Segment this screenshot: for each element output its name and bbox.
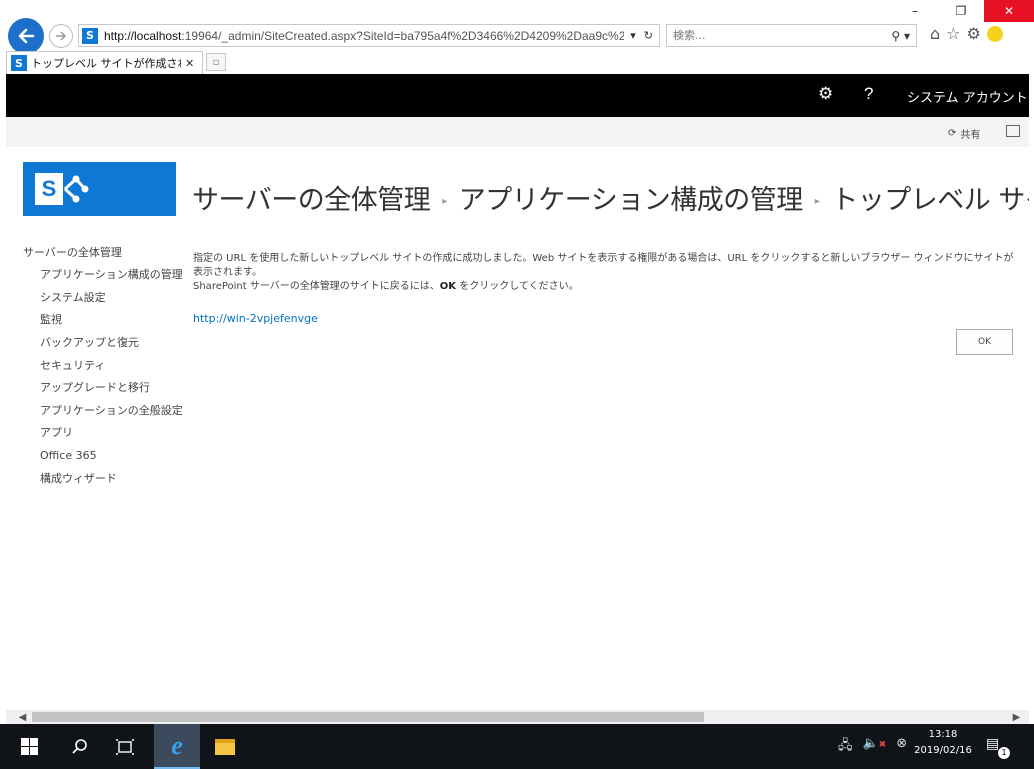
browser-chrome: – ❐ ✕ S http://localhost:19964/_admin/Si… bbox=[0, 0, 1034, 74]
feedback-smiley-icon[interactable] bbox=[986, 26, 1003, 42]
address-text[interactable]: http://localhost:19964/_admin/SiteCreate… bbox=[104, 29, 624, 43]
search-box[interactable]: ⚲ ▾ bbox=[666, 24, 917, 47]
share-label: 共有 bbox=[960, 130, 981, 141]
minimize-button[interactable]: – bbox=[892, 0, 938, 22]
arrow-left-icon bbox=[18, 28, 35, 44]
focus-content-icon[interactable] bbox=[1006, 125, 1020, 137]
nav-item[interactable]: アプリケーション構成の管理 bbox=[23, 263, 183, 286]
sharepoint-logo-icon: S bbox=[35, 173, 63, 205]
favorites-star-icon[interactable]: ☆ bbox=[946, 24, 960, 43]
sharepoint-favicon-icon: S bbox=[82, 27, 98, 44]
search-icon bbox=[71, 739, 87, 754]
tab-close-icon[interactable]: ✕ bbox=[185, 57, 194, 70]
system-tray: 🖧 🔈✖ ⊗ bbox=[838, 736, 907, 758]
tab-title: トップレベル サイトが作成されま... bbox=[31, 57, 181, 70]
address-host: http://localhost bbox=[104, 28, 182, 43]
user-name: システム アカウント bbox=[907, 91, 1028, 106]
browser-toolbar: ⌂ ☆ ⚙ bbox=[930, 24, 1003, 43]
close-button[interactable]: ✕ bbox=[984, 0, 1034, 22]
notification-count-badge: 1 bbox=[998, 747, 1010, 759]
internet-explorer-icon[interactable]: e bbox=[154, 724, 200, 769]
refresh-icon[interactable]: ↻ bbox=[644, 29, 653, 42]
ok-button[interactable]: OK bbox=[956, 329, 1013, 355]
taskbar-search-button[interactable] bbox=[56, 724, 102, 769]
browser-tab[interactable]: S トップレベル サイトが作成されま... ✕ bbox=[6, 51, 203, 74]
windows-logo-icon bbox=[20, 738, 38, 755]
new-site-url-link[interactable]: http://win-2vpjefenvge bbox=[193, 312, 318, 325]
breadcrumb-item[interactable]: アプリケーション構成の管理 bbox=[459, 185, 803, 216]
nav-root-link[interactable]: サーバーの全体管理 bbox=[23, 244, 183, 261]
message-line-1: 指定の URL を使用した新しいトップレベル サイトの作成に成功しました。Web… bbox=[193, 253, 1014, 278]
suite-bar: ⚙ ? システム アカウント▼ bbox=[6, 74, 1029, 117]
dropdown-arrow-icon[interactable]: ▾ bbox=[630, 29, 636, 42]
nav-item[interactable]: アップグレードと移行 bbox=[23, 376, 183, 399]
breadcrumb-separator-icon: ▸ bbox=[442, 196, 447, 207]
tab-row: S トップレベル サイトが作成されま... ✕ ▫ bbox=[0, 51, 1034, 74]
nav-item[interactable]: バックアップと復元 bbox=[23, 331, 183, 354]
horizontal-scrollbar[interactable]: ◀ ▶ bbox=[6, 710, 1029, 724]
task-view-button[interactable] bbox=[102, 724, 148, 769]
forward-button[interactable] bbox=[49, 24, 73, 48]
message-text: をクリックしてください。 bbox=[456, 281, 579, 292]
main-content: 指定の URL を使用した新しいトップレベル サイトの作成に成功しました。Web… bbox=[193, 252, 1023, 326]
window-controls: – ❐ ✕ bbox=[892, 0, 1034, 22]
ribbon: ⟳ 共有 bbox=[6, 117, 1029, 147]
task-view-icon bbox=[116, 738, 134, 755]
volume-muted-icon[interactable]: 🔈✖ bbox=[863, 736, 887, 758]
network-icon[interactable]: 🖧 bbox=[838, 736, 853, 758]
scroll-right-icon[interactable]: ▶ bbox=[1008, 710, 1025, 724]
nav-item[interactable]: 構成ウィザード bbox=[23, 466, 183, 489]
left-navigation: サーバーの全体管理 アプリケーション構成の管理 システム設定 監視 バックアップ… bbox=[23, 244, 183, 489]
restore-button[interactable]: ❐ bbox=[938, 0, 984, 22]
breadcrumb-current: トップレベル サイトの作成 bbox=[831, 185, 1029, 216]
nav-item[interactable]: システム設定 bbox=[23, 286, 183, 309]
start-button[interactable] bbox=[6, 724, 52, 769]
clock[interactable]: 13:18 2019/02/16 bbox=[908, 727, 978, 759]
page-title-breadcrumb: サーバーの全体管理 ▸ アプリケーション構成の管理 ▸ トップレベル サイトの作成 bbox=[192, 178, 1029, 217]
nav-item[interactable]: アプリ bbox=[23, 421, 183, 444]
success-message: 指定の URL を使用した新しいトップレベル サイトの作成に成功しました。Web… bbox=[193, 252, 1023, 294]
home-icon[interactable]: ⌂ bbox=[930, 24, 940, 43]
breadcrumb-item[interactable]: サーバーの全体管理 bbox=[192, 185, 431, 216]
scrollbar-thumb[interactable] bbox=[32, 712, 704, 722]
new-tab-button[interactable]: ▫ bbox=[206, 53, 226, 71]
file-explorer-button[interactable] bbox=[202, 724, 248, 769]
message-line-2: SharePoint サーバーの全体管理のサイトに戻るには、OK をクリックして… bbox=[193, 280, 1023, 294]
share-icon: ⟳ bbox=[948, 128, 957, 139]
sharepoint-nodes-icon bbox=[63, 175, 89, 203]
taskbar: e 🖧 🔈✖ ⊗ 13:18 2019/02/16 ▤ 1 bbox=[0, 724, 1034, 769]
address-bar[interactable]: S http://localhost:19964/_admin/SiteCrea… bbox=[78, 24, 660, 47]
nav-item[interactable]: 監視 bbox=[23, 308, 183, 331]
message-text: SharePoint サーバーの全体管理のサイトに戻るには、 bbox=[193, 281, 440, 292]
error-badge-icon[interactable]: ⊗ bbox=[896, 736, 907, 758]
nav-item[interactable]: セキュリティ bbox=[23, 353, 183, 376]
sharepoint-logo[interactable]: S bbox=[23, 162, 176, 216]
nav-item[interactable]: Office 365 bbox=[23, 444, 183, 467]
message-ok-emphasis: OK bbox=[439, 281, 457, 292]
search-input[interactable] bbox=[673, 29, 892, 42]
breadcrumb-separator-icon: ▸ bbox=[814, 196, 820, 207]
arrow-right-icon bbox=[56, 31, 67, 41]
action-center-icon[interactable]: ▤ bbox=[986, 736, 999, 752]
folder-icon bbox=[215, 738, 235, 755]
tools-gear-icon[interactable]: ⚙ bbox=[967, 24, 981, 43]
settings-gear-icon[interactable]: ⚙ bbox=[818, 84, 833, 104]
help-icon[interactable]: ? bbox=[864, 84, 873, 104]
address-path: :19964/_admin/SiteCreated.aspx?SiteId=ba… bbox=[181, 28, 625, 43]
clock-time: 13:18 bbox=[928, 729, 958, 740]
search-icon[interactable]: ⚲ ▾ bbox=[891, 29, 916, 43]
user-menu[interactable]: システム アカウント▼ bbox=[907, 87, 1034, 106]
nav-item[interactable]: アプリケーションの全般設定 bbox=[23, 399, 183, 422]
share-button[interactable]: ⟳ 共有 bbox=[948, 126, 980, 141]
back-button[interactable] bbox=[8, 18, 44, 54]
clock-date: 2019/02/16 bbox=[914, 745, 972, 756]
scroll-left-icon[interactable]: ◀ bbox=[14, 710, 31, 724]
sharepoint-tab-icon: S bbox=[11, 55, 27, 71]
